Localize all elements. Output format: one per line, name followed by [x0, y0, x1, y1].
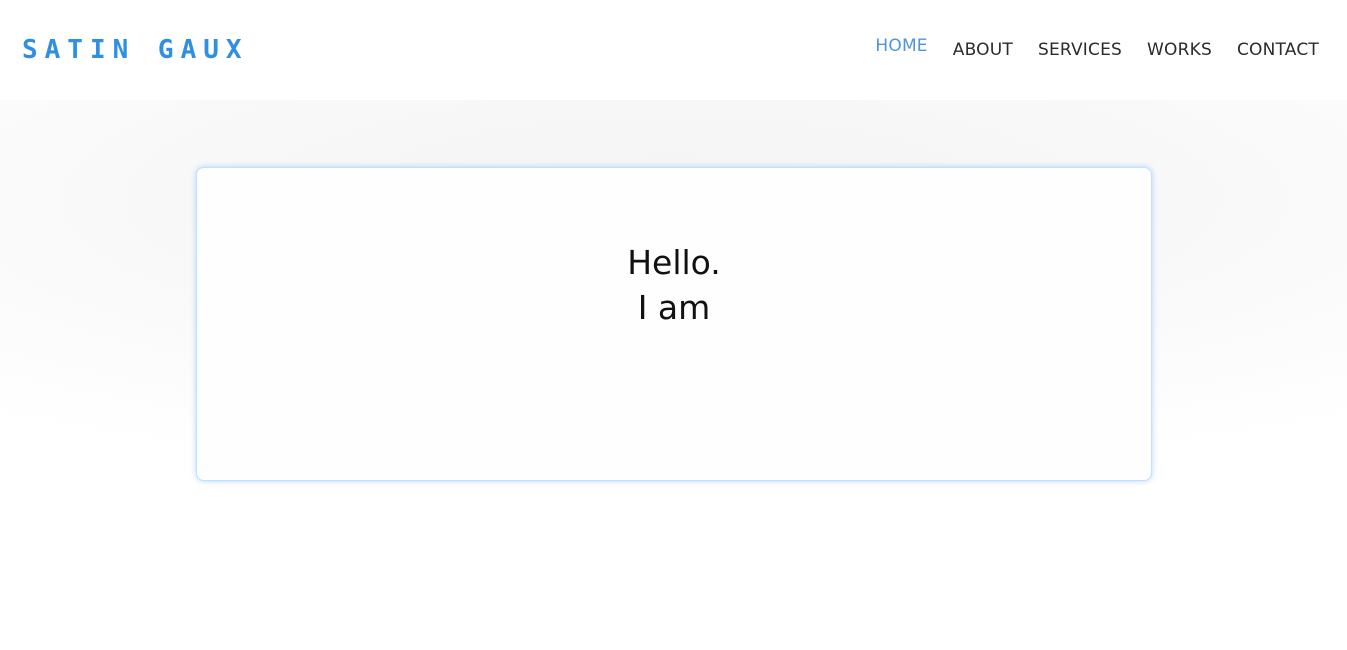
hero-greeting: Hello. I am	[197, 240, 1151, 330]
nav-home-link[interactable]: HOME	[875, 34, 927, 58]
nav-contact-link[interactable]: CONTACT	[1237, 38, 1319, 62]
hero-card: Hello. I am	[196, 167, 1152, 481]
site-logo[interactable]: SATIN GAUX	[22, 26, 249, 74]
greeting-line-i-am: I am	[637, 288, 711, 327]
nav-works-link[interactable]: WORKS	[1147, 38, 1212, 62]
main-nav: HOME ABOUT SERVICES WORKS CONTACT	[875, 36, 1319, 62]
nav-about-link[interactable]: ABOUT	[953, 38, 1013, 62]
nav-services-link[interactable]: SERVICES	[1038, 38, 1122, 62]
site-header: SATIN GAUX HOME ABOUT SERVICES WORKS CON…	[0, 0, 1347, 100]
greeting-line-hello: Hello.	[627, 243, 721, 282]
